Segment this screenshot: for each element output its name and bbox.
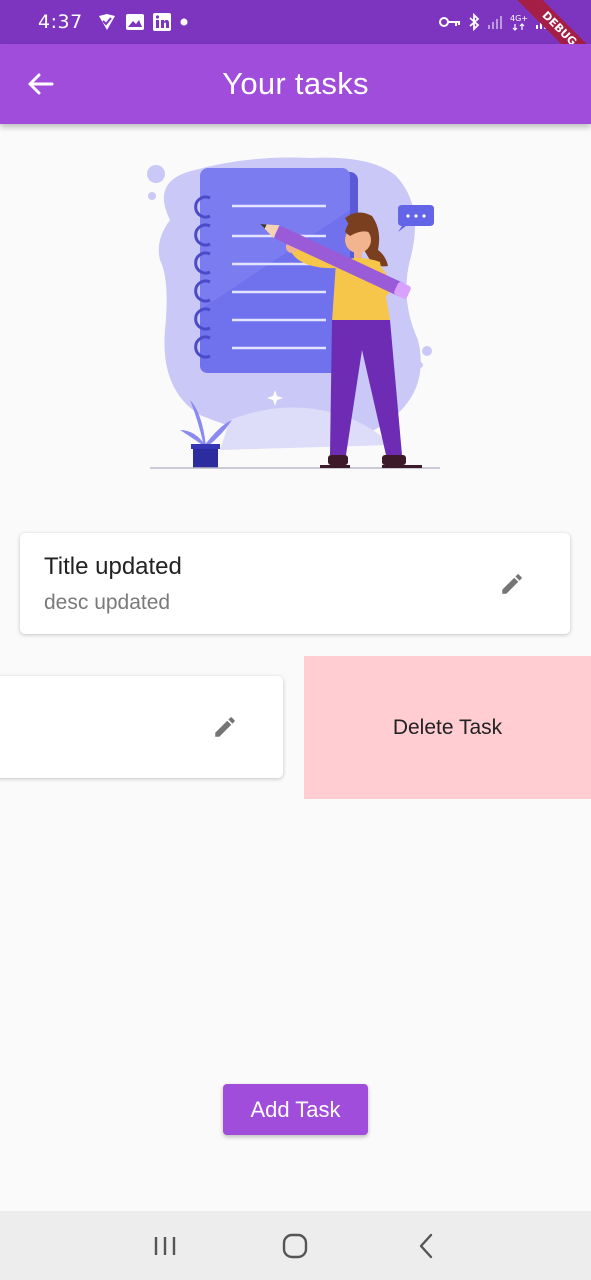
status-left-icons (97, 13, 188, 31)
screen: 4:37 4G+ DEBUG Your tasks Title updated … (0, 0, 591, 1280)
key-icon (439, 17, 460, 27)
system-navigation-bar (0, 1211, 591, 1280)
verified-check-icon (98, 14, 115, 30)
status-right-icons: 4G+ (439, 13, 551, 31)
bluetooth-icon (469, 13, 480, 31)
delete-task-label: Delete Task (392, 715, 503, 739)
image-icon (125, 14, 144, 30)
edit-pencil-icon (502, 574, 522, 594)
task-title: Title updated (44, 553, 182, 580)
edit-task-button[interactable] (492, 564, 532, 604)
task-description: desc updated (44, 591, 171, 614)
network-4g-icon: 4G+ (510, 14, 528, 31)
dot-icon (180, 18, 188, 26)
recent-apps-icon (154, 1236, 176, 1255)
status-bar: 4:37 4G+ DEBUG (0, 0, 591, 78)
app-bar: Your tasks (0, 44, 591, 124)
signal-icon (488, 16, 502, 29)
home-icon (283, 1233, 308, 1258)
signal-icon-2 (536, 16, 550, 29)
home-button[interactable] (265, 1216, 325, 1276)
linkedin-icon (152, 13, 171, 31)
back-nav-button[interactable] (396, 1216, 456, 1276)
task-card-swiped[interactable] (0, 676, 283, 778)
task-card[interactable]: Title updated desc updated (20, 533, 570, 634)
add-task-button[interactable]: Add Task (223, 1084, 368, 1135)
arrow-back-icon (28, 73, 54, 95)
edit-pencil-icon (215, 717, 235, 737)
page-title: Your tasks (222, 66, 369, 101)
delete-task-action[interactable]: Delete Task (304, 656, 591, 799)
network-label-svg: 4G+ (510, 14, 528, 23)
status-time: 4:37 (38, 11, 83, 33)
recent-apps-button[interactable] (135, 1216, 195, 1276)
chevron-left-icon (419, 1233, 433, 1258)
edit-task-button[interactable] (205, 707, 245, 747)
back-button[interactable] (20, 64, 60, 104)
task-illustration (147, 157, 440, 469)
